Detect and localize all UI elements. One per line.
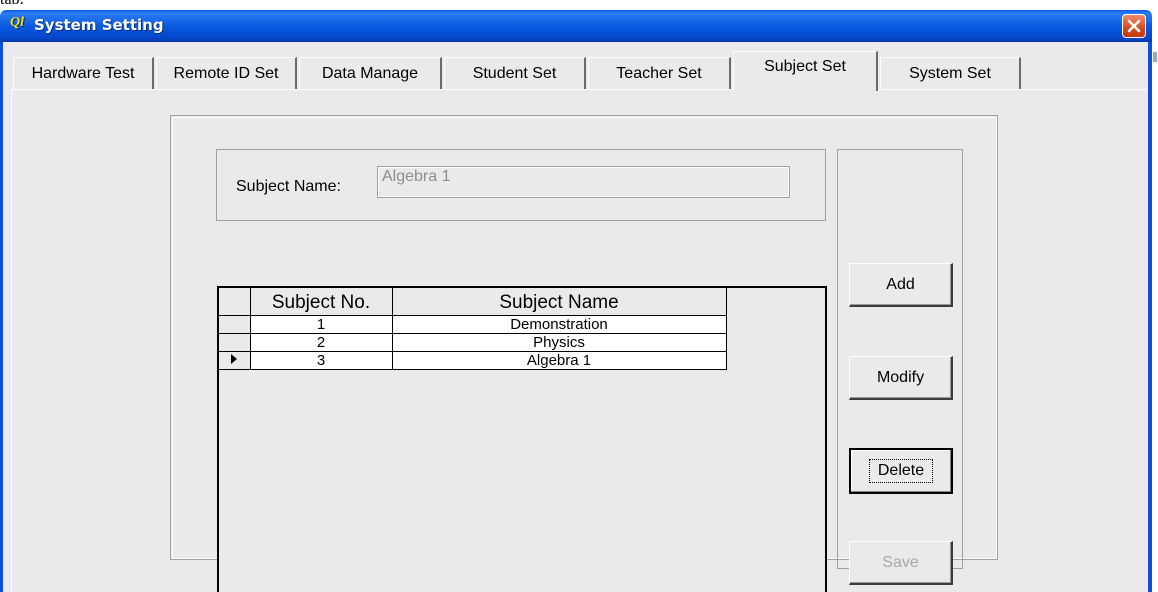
background-text: tab:	[0, 0, 24, 9]
subject-table: Subject No. Subject Name 1 Demonstration…	[219, 288, 727, 370]
tab-student-set[interactable]: Student Set	[444, 57, 586, 89]
save-button[interactable]: Save	[849, 541, 953, 585]
cell-subject-name[interactable]: Demonstration	[392, 315, 727, 334]
cell-subject-no[interactable]: 1	[250, 315, 393, 334]
tab-system-set[interactable]: System Set	[880, 57, 1021, 89]
system-setting-window: tab: Ql System Setting Hardware Test Rem…	[0, 0, 1158, 592]
tab-panel-border	[11, 89, 1147, 90]
table-row[interactable]: 1 Demonstration	[219, 315, 727, 334]
add-button-label: Add	[886, 275, 915, 293]
row-selector-header	[219, 288, 251, 316]
subject-grid[interactable]: Subject No. Subject Name 1 Demonstration…	[217, 286, 827, 592]
tab-teacher-set[interactable]: Teacher Set	[588, 57, 731, 89]
row-selector[interactable]	[219, 333, 251, 352]
tab-remote-id-set[interactable]: Remote ID Set	[156, 57, 297, 89]
tab-hardware-test[interactable]: Hardware Test	[13, 57, 154, 89]
delete-button-label: Delete	[868, 459, 934, 483]
window-title: System Setting	[34, 16, 164, 34]
title-bar[interactable]: Ql System Setting	[0, 10, 1152, 42]
save-button-label: Save	[882, 553, 919, 571]
add-button[interactable]: Add	[849, 263, 953, 307]
window-right-edge	[1152, 10, 1158, 592]
cell-subject-name[interactable]: Physics	[392, 333, 727, 352]
table-row[interactable]: 3 Algebra 1	[219, 351, 727, 370]
delete-button[interactable]: Delete	[849, 448, 953, 494]
cell-subject-name[interactable]: Algebra 1	[392, 351, 727, 370]
table-header-row: Subject No. Subject Name	[219, 288, 727, 316]
row-selector-current[interactable]	[219, 351, 251, 370]
scroll-indicator	[1153, 52, 1157, 62]
background-text-fragment: tab:	[0, 0, 1158, 10]
tab-subject-set[interactable]: Subject Set	[733, 51, 878, 91]
cell-subject-no[interactable]: 2	[250, 333, 393, 352]
table-row[interactable]: 2 Physics	[219, 333, 727, 352]
subject-name-label: Subject Name:	[236, 178, 341, 195]
cell-subject-no[interactable]: 3	[250, 351, 393, 370]
modify-button[interactable]: Modify	[849, 356, 953, 400]
row-selector[interactable]	[219, 315, 251, 334]
column-header-subject-no[interactable]: Subject No.	[250, 288, 393, 316]
current-row-arrow-icon	[231, 353, 238, 364]
tab-panel-border-left	[11, 89, 12, 592]
column-header-subject-name[interactable]: Subject Name	[392, 288, 727, 316]
modify-button-label: Modify	[876, 368, 925, 386]
subject-name-input[interactable]	[377, 166, 790, 198]
close-icon	[1127, 19, 1141, 33]
tab-data-manage[interactable]: Data Manage	[299, 57, 442, 89]
app-logo-icon: Ql	[10, 15, 24, 30]
close-button[interactable]	[1122, 14, 1146, 38]
tab-strip: Hardware Test Remote ID Set Data Manage …	[13, 51, 1033, 91]
